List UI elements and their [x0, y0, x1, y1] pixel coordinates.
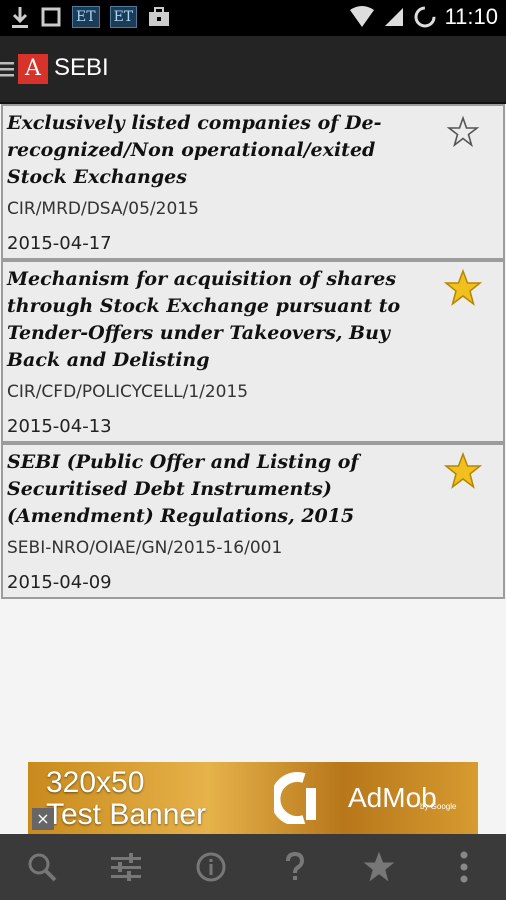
- item-code: SEBI-NRO/OIAE/GN/2015-16/001: [7, 538, 283, 558]
- bottom-toolbar: [0, 834, 506, 900]
- item-title: SEBI (Public Offer and Listing of Securi…: [7, 451, 359, 527]
- drawer-menu-icon[interactable]: [0, 60, 14, 82]
- system-status: 11:10: [349, 4, 498, 30]
- help-icon: [286, 851, 305, 880]
- filter-button[interactable]: [104, 845, 148, 889]
- signal-icon: [383, 5, 405, 29]
- admob-logo-icon: [274, 772, 316, 824]
- ad-by-google: by Google: [420, 802, 457, 811]
- screenshot-icon: [40, 5, 62, 29]
- status-bar: ET ET 11:10: [0, 0, 506, 36]
- ad-banner[interactable]: 320x50 Test Banner × AdMob by Google: [28, 762, 478, 834]
- notification-icons: ET ET: [10, 5, 171, 29]
- item-date: 2015-04-17: [7, 233, 112, 254]
- info-button[interactable]: [189, 845, 233, 889]
- ad-close-button[interactable]: ×: [32, 808, 54, 830]
- list-item[interactable]: SEBI (Public Offer and Listing of Securi…: [1, 443, 505, 599]
- star-outline-icon[interactable]: [443, 112, 483, 152]
- help-button[interactable]: [273, 845, 317, 889]
- list-item[interactable]: Exclusively listed companies of De-recog…: [1, 104, 505, 260]
- clock: 11:10: [444, 4, 498, 29]
- star-icon: [364, 851, 395, 882]
- search-icon: [28, 853, 57, 882]
- item-title: Mechanism for acquisition of shares thro…: [7, 268, 401, 371]
- circular-list: Exclusively listed companies of De-recog…: [0, 104, 506, 599]
- battery-loading-icon: [413, 5, 437, 29]
- app-title: SEBI: [54, 54, 109, 81]
- item-code: CIR/CFD/POLICYCELL/1/2015: [7, 382, 249, 402]
- app-logo-text: A: [25, 56, 41, 81]
- star-filled-icon[interactable]: [443, 268, 483, 308]
- wifi-icon: [349, 5, 375, 29]
- app-logo[interactable]: A: [18, 54, 48, 84]
- briefcase-icon: [147, 5, 171, 29]
- star-filled-icon[interactable]: [443, 451, 483, 491]
- favorites-button[interactable]: [357, 845, 401, 889]
- download-icon: [10, 5, 30, 29]
- overflow-menu-icon: [460, 851, 468, 883]
- info-icon: [196, 852, 226, 882]
- item-date: 2015-04-13: [7, 416, 112, 437]
- list-item[interactable]: Mechanism for acquisition of shares thro…: [1, 260, 505, 443]
- et-app-icon: ET: [72, 6, 100, 28]
- search-button[interactable]: [20, 845, 64, 889]
- et-app-icon-2: ET: [109, 6, 138, 28]
- ad-test-label: Test Banner: [46, 798, 207, 831]
- overflow-menu-button[interactable]: [442, 845, 486, 889]
- ad-size-label: 320x50: [46, 766, 145, 799]
- item-date: 2015-04-09: [7, 572, 112, 593]
- app-bar: A SEBI: [0, 36, 506, 104]
- filter-sliders-icon: [111, 853, 142, 881]
- item-code: CIR/MRD/DSA/05/2015: [7, 199, 199, 219]
- item-title: Exclusively listed companies of De-recog…: [7, 112, 382, 188]
